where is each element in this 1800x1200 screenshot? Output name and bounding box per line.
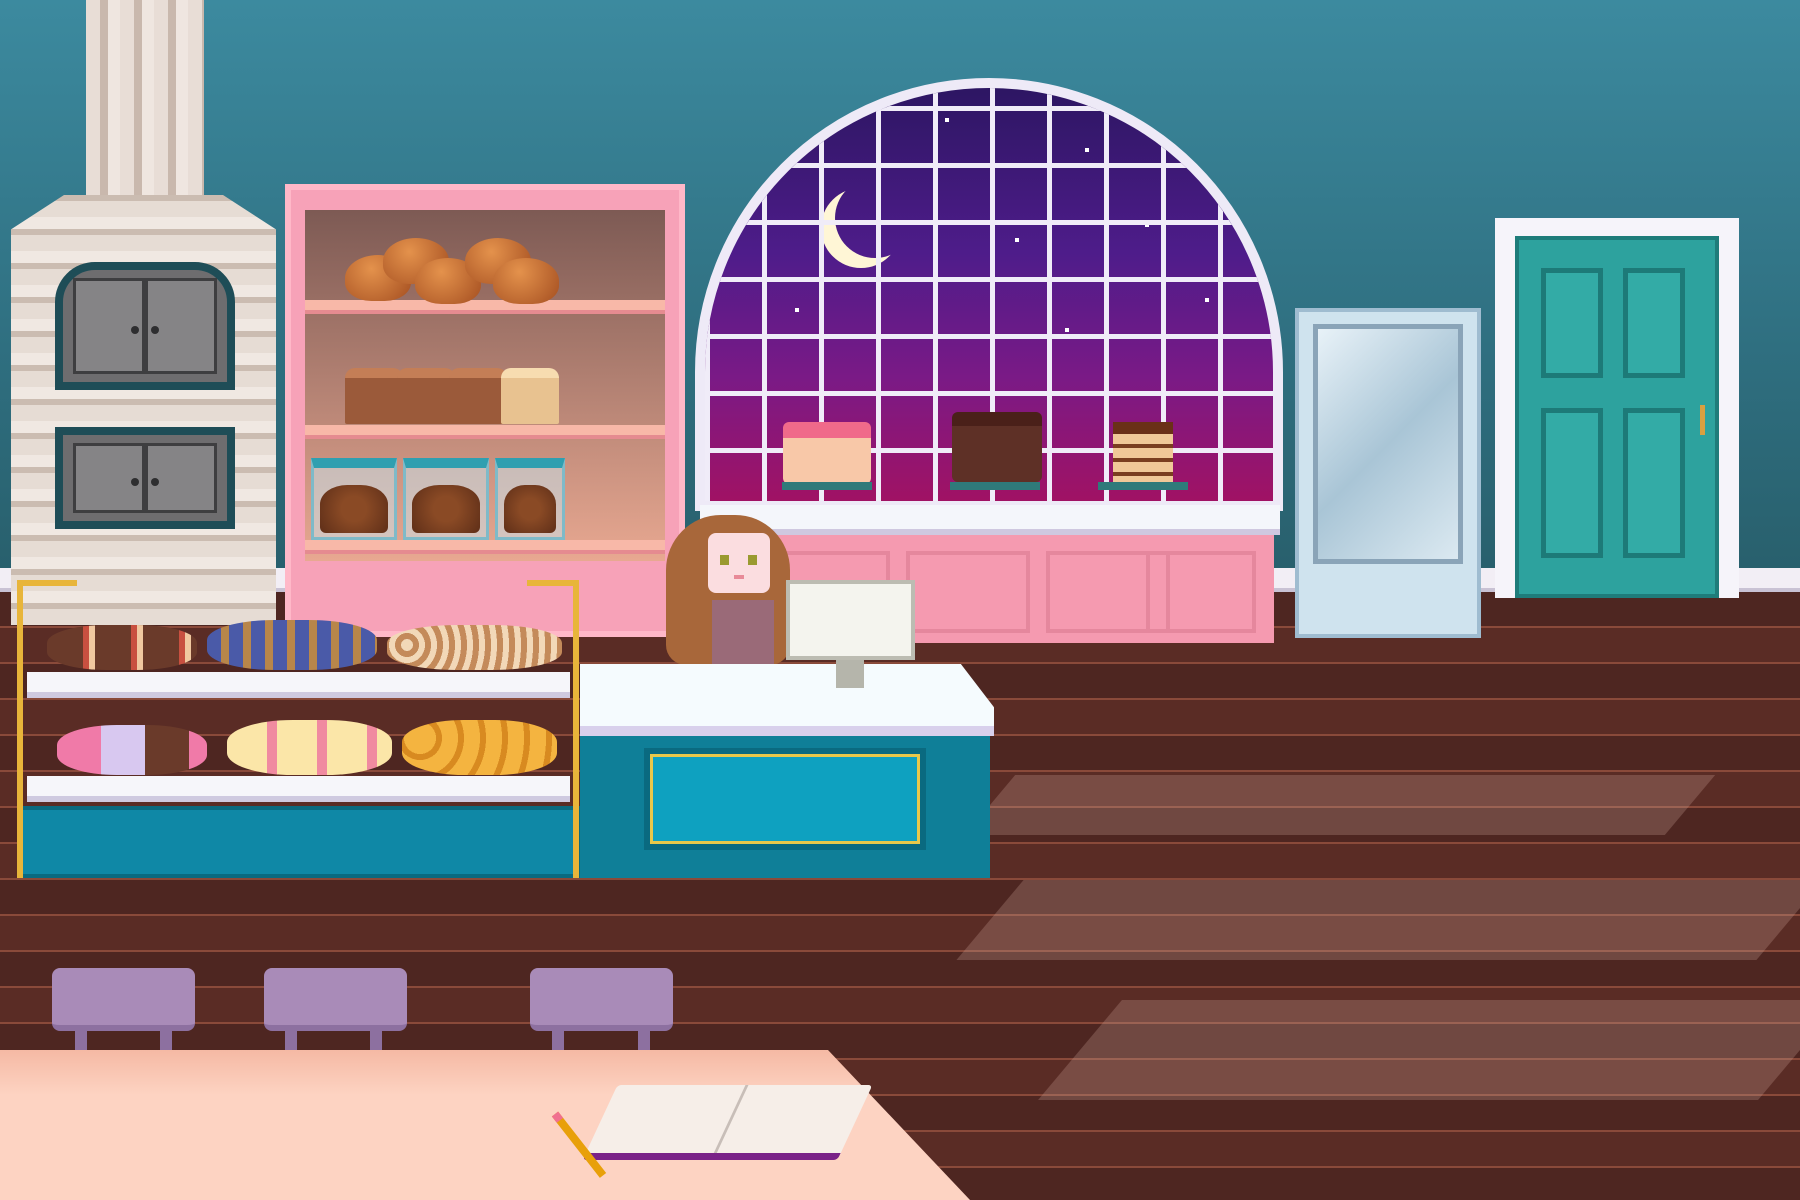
strawberry-cake[interactable]: [783, 422, 871, 484]
counter-top: [580, 664, 994, 736]
cream-puffs[interactable]: [227, 720, 392, 775]
chocolate-cake[interactable]: [952, 412, 1042, 482]
cake-stand: [782, 482, 872, 490]
bread-loaf[interactable]: [397, 368, 455, 424]
stone-oven: [11, 195, 276, 625]
cake-stand: [1098, 482, 1188, 490]
blueberry-muffins[interactable]: [207, 620, 377, 670]
bun[interactable]: [493, 258, 559, 304]
exit-door[interactable]: [1495, 218, 1739, 598]
cookie-jar[interactable]: [311, 458, 397, 540]
floor-light-patch: [964, 775, 1716, 835]
baker-body: [712, 600, 774, 666]
oven-door-upper[interactable]: [55, 262, 235, 390]
floor-light-patch: [1038, 1000, 1800, 1100]
oven-door-lower[interactable]: [55, 427, 235, 529]
pastry-display-case: [17, 580, 580, 878]
chocolate-cupcakes[interactable]: [47, 625, 197, 670]
donuts[interactable]: [57, 725, 207, 775]
croissants[interactable]: [402, 720, 557, 775]
door-handle[interactable]: [1700, 405, 1705, 435]
cake-stand: [950, 482, 1040, 490]
chimney: [86, 0, 204, 200]
bread-shelf: [285, 184, 685, 637]
layer-cake[interactable]: [1113, 422, 1173, 482]
bread-loaf[interactable]: [501, 368, 559, 424]
stool[interactable]: [52, 968, 195, 1031]
cinnamon-rolls[interactable]: [387, 625, 562, 670]
baker-face[interactable]: [708, 533, 770, 593]
stool[interactable]: [530, 968, 673, 1031]
glass-fridge[interactable]: [1295, 308, 1481, 638]
stool[interactable]: [264, 968, 407, 1031]
bread-loaf[interactable]: [449, 368, 507, 424]
bread-loaf[interactable]: [345, 368, 403, 424]
cookie-jar[interactable]: [495, 458, 565, 540]
register-monitor[interactable]: [786, 580, 915, 660]
open-notebook[interactable]: [582, 1085, 873, 1160]
monitor-stand: [836, 658, 864, 688]
cookie-jar[interactable]: [403, 458, 489, 540]
floor-light-patch: [956, 880, 1800, 960]
counter-panel: [644, 748, 926, 850]
